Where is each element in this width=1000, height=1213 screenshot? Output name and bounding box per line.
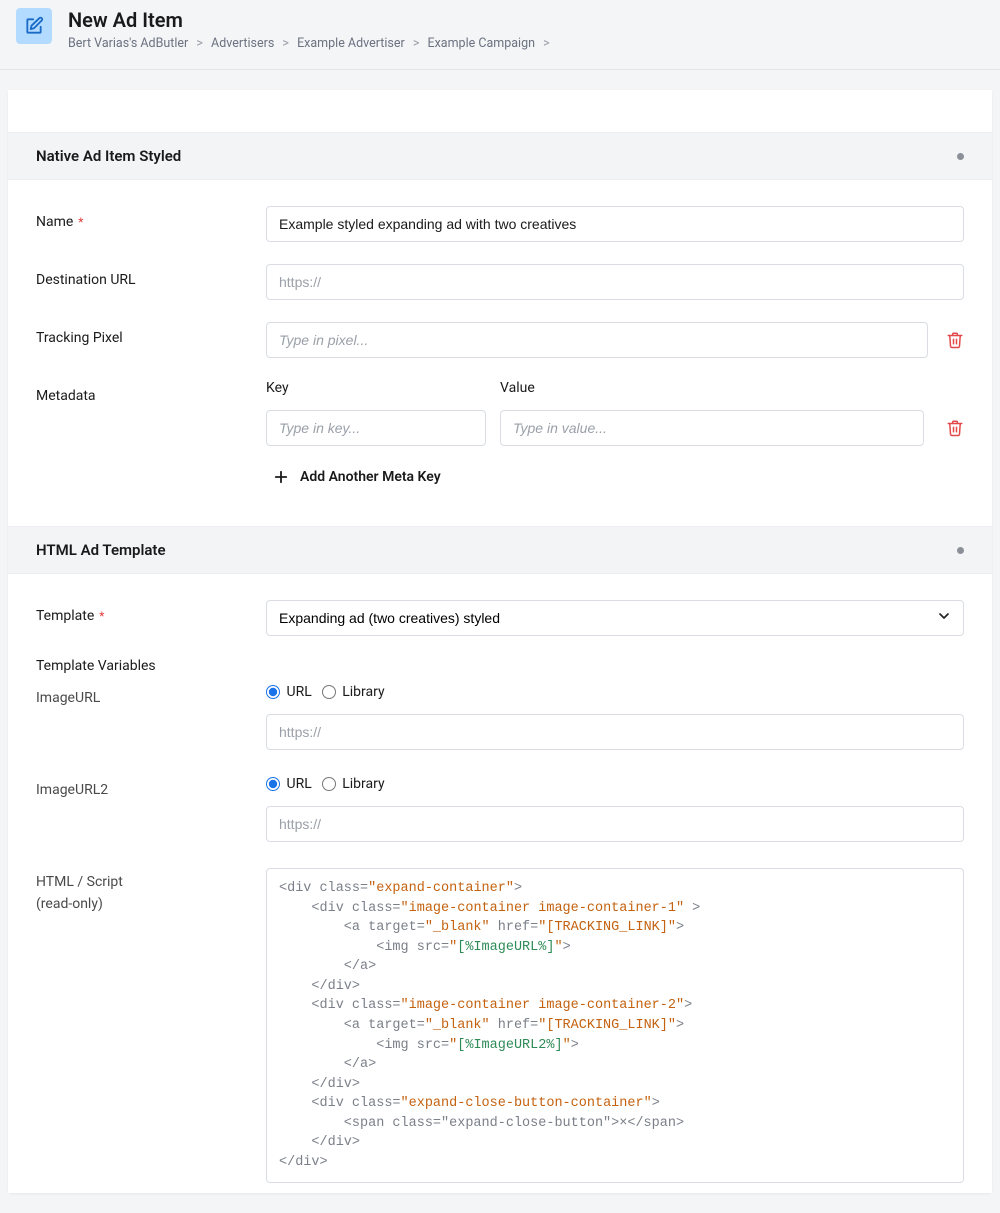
imageurl-label: ImageURL <box>36 684 266 706</box>
section-menu-icon[interactable] <box>957 153 964 160</box>
section-title: Native Ad Item Styled <box>36 147 181 165</box>
metadata-label: Metadata <box>36 380 266 404</box>
htmlscript-label: HTML / Script (read-only) <box>36 868 266 912</box>
section-header-native[interactable]: Native Ad Item Styled <box>8 132 992 180</box>
imageurl-url-radio[interactable]: URL <box>266 684 312 700</box>
template-variables-label: Template Variables <box>36 658 964 674</box>
name-input[interactable] <box>266 206 964 242</box>
imageurl2-url-radio[interactable]: URL <box>266 776 312 792</box>
tracking-pixel-input[interactable] <box>266 322 928 358</box>
destination-url-input[interactable] <box>266 264 964 300</box>
readonly-note: (read-only) <box>36 896 266 912</box>
imageurl2-input[interactable] <box>266 806 964 842</box>
metadata-value-label: Value <box>500 380 924 396</box>
blank-section <box>8 90 992 132</box>
tracking-pixel-label: Tracking Pixel <box>36 322 266 346</box>
page-header: New Ad Item Bert Varias's AdButler > Adv… <box>0 0 1000 70</box>
breadcrumb-link[interactable]: Example Campaign <box>427 36 535 51</box>
imageurl-input[interactable] <box>266 714 964 750</box>
destination-url-label: Destination URL <box>36 264 266 288</box>
breadcrumb-link[interactable]: Advertisers <box>211 36 274 51</box>
edit-icon <box>16 8 52 44</box>
breadcrumb-link[interactable]: Bert Varias's AdButler <box>68 36 188 51</box>
add-meta-label: Add Another Meta Key <box>300 469 441 485</box>
metadata-value-input[interactable] <box>500 410 924 446</box>
plus-icon <box>272 468 290 486</box>
breadcrumb-link[interactable]: Example Advertiser <box>297 36 405 51</box>
template-label: Template * <box>36 600 266 624</box>
htmlscript-readonly-box: <div class="expand-container"> <div clas… <box>266 868 964 1183</box>
section-header-template[interactable]: HTML Ad Template <box>8 526 992 574</box>
template-select[interactable]: Expanding ad (two creatives) styled <box>266 600 964 636</box>
imageurl-library-radio[interactable]: Library <box>322 684 385 700</box>
name-label: Name * <box>36 206 266 230</box>
breadcrumb: Bert Varias's AdButler > Advertisers > E… <box>68 36 555 51</box>
metadata-key-input[interactable] <box>266 410 486 446</box>
section-title: HTML Ad Template <box>36 541 166 559</box>
imageurl2-label: ImageURL2 <box>36 776 266 798</box>
section-menu-icon[interactable] <box>957 547 964 554</box>
trash-icon[interactable] <box>946 419 964 437</box>
page-title: New Ad Item <box>68 8 555 32</box>
metadata-key-label: Key <box>266 380 486 396</box>
imageurl2-library-radio[interactable]: Library <box>322 776 385 792</box>
trash-icon[interactable] <box>946 331 964 349</box>
add-meta-button[interactable]: Add Another Meta Key <box>266 468 964 486</box>
